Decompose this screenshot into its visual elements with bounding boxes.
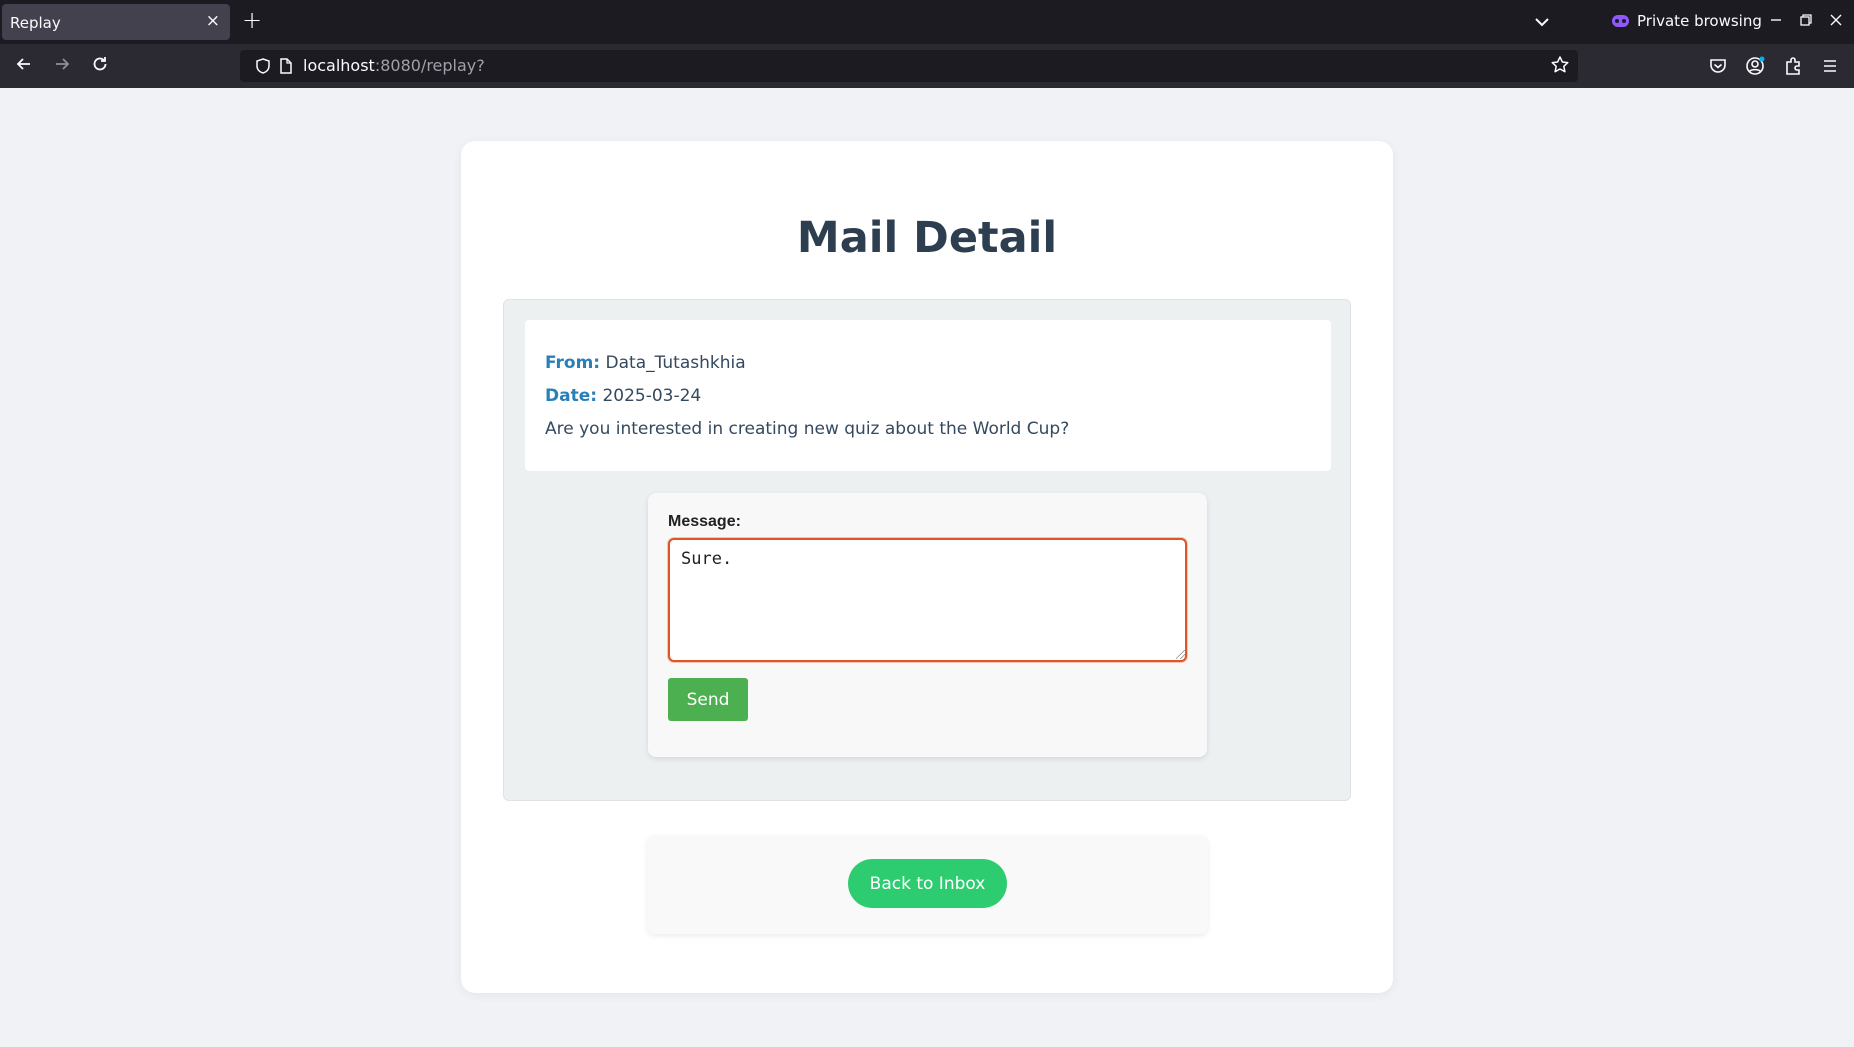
- restore-icon[interactable]: [1792, 8, 1820, 36]
- back-arrow-icon[interactable]: [10, 53, 38, 81]
- page-title: Mail Detail: [796, 213, 1058, 263]
- tab-title: Replay: [10, 14, 61, 32]
- chevron-down-icon[interactable]: [1530, 10, 1554, 34]
- message-label: Message:: [668, 513, 741, 530]
- back-to-inbox-button[interactable]: Back to Inbox: [848, 859, 1007, 908]
- url-host: localhost: [303, 56, 375, 75]
- pocket-icon[interactable]: [1706, 54, 1730, 78]
- bookmark-star-icon[interactable]: [1550, 55, 1570, 79]
- date-label: Date:: [545, 386, 598, 406]
- tab-close-icon[interactable]: ×: [206, 11, 220, 31]
- private-browsing-label: Private browsing: [1637, 12, 1762, 30]
- private-mask-icon: [1612, 15, 1629, 27]
- mail-container: From: Data_Tutashkhia Date: 2025-03-24 A…: [503, 299, 1351, 801]
- date-value: 2025-03-24: [602, 386, 702, 406]
- mail-body: Are you interested in creating new quiz …: [545, 419, 1070, 439]
- reply-form: Message: Sure. Send: [648, 493, 1207, 757]
- minimize-icon[interactable]: [1762, 8, 1790, 36]
- mail-detail-card: Mail Detail From: Data_Tutashkhia Date: …: [461, 141, 1393, 993]
- forward-arrow-icon[interactable]: [48, 53, 76, 81]
- from-value: Data_Tutashkhia: [605, 353, 746, 373]
- extensions-icon[interactable]: [1781, 54, 1805, 78]
- mail-date-line: Date: 2025-03-24: [545, 386, 701, 406]
- mail-info-box: From: Data_Tutashkhia Date: 2025-03-24 A…: [525, 320, 1331, 471]
- page-info-icon[interactable]: [278, 57, 294, 79]
- private-browsing-indicator: Private browsing: [1612, 12, 1762, 30]
- url-text[interactable]: localhost:8080/replay?: [303, 56, 485, 75]
- from-label: From:: [545, 353, 601, 373]
- back-container: Back to Inbox: [647, 835, 1208, 934]
- close-window-icon[interactable]: [1822, 8, 1850, 36]
- message-textarea[interactable]: Sure.: [668, 538, 1187, 662]
- shield-icon[interactable]: [254, 57, 272, 79]
- menu-icon[interactable]: [1818, 54, 1842, 78]
- new-tab-icon[interactable]: +: [242, 6, 262, 34]
- browser-tab[interactable]: Replay ×: [2, 4, 230, 40]
- url-path: :8080/replay?: [374, 56, 485, 75]
- send-button[interactable]: Send: [668, 678, 748, 721]
- resize-handle[interactable]: [1176, 650, 1185, 659]
- browser-tab-bar: Replay × + Private browsing: [0, 0, 1854, 44]
- address-bar[interactable]: localhost:8080/replay?: [240, 50, 1578, 82]
- account-icon[interactable]: [1743, 54, 1767, 78]
- mail-from-line: From: Data_Tutashkhia: [545, 353, 746, 373]
- reload-icon[interactable]: [86, 53, 114, 81]
